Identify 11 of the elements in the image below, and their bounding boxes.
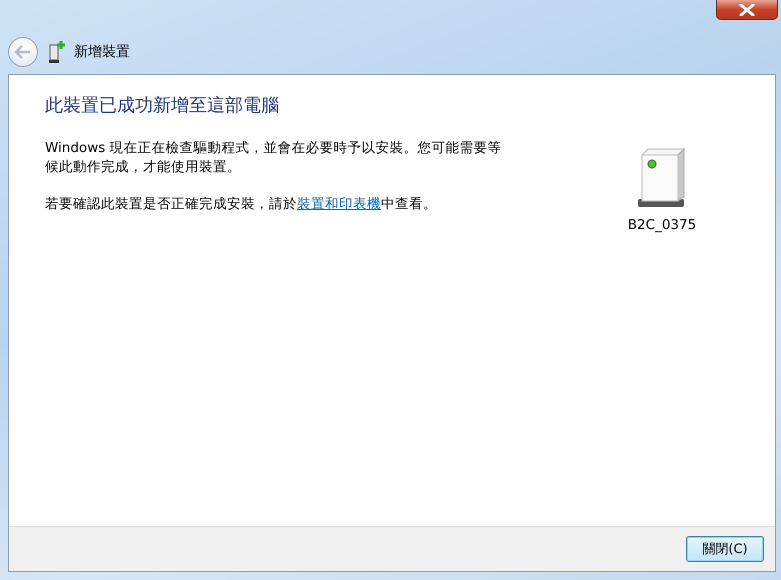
close-button[interactable] [716,0,778,20]
driver-message: Windows 現在正在檢查驅動程式，並會在必要時予以安裝。您可能需要等候此動作完成，才能使用裝置。 [45,139,503,177]
close-icon [738,4,756,16]
success-heading: 此裝置已成功新增至這部電腦 [45,94,280,117]
device-name: B2C_0375 [628,217,696,233]
window-title: 新增裝置 [74,43,130,61]
close-dialog-button[interactable]: 關閉(C) [686,536,764,562]
confirm-message: 若要確認此裝置是否正確完成安裝，請於裝置和印表機中查看。 [45,195,438,214]
devices-printers-link[interactable]: 裝置和印表機 [297,196,381,212]
device-add-icon [48,41,66,63]
back-arrow-icon [14,45,32,59]
